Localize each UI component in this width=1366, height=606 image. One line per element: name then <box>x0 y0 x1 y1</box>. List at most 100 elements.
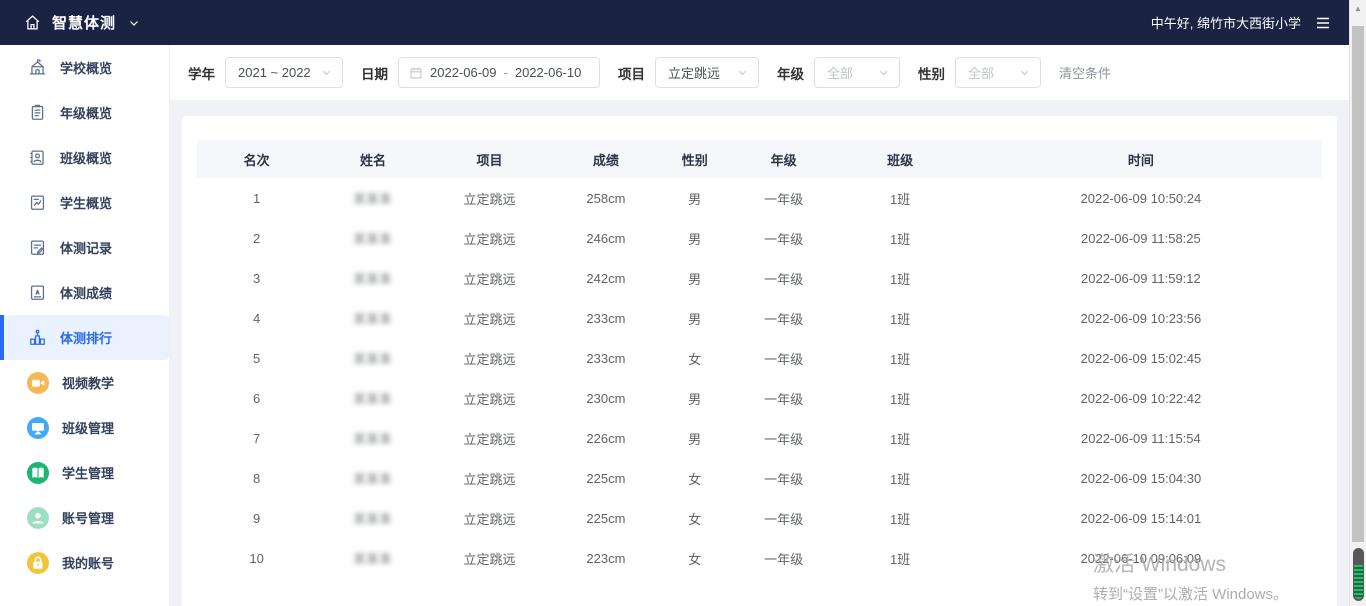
cell-gender: 男 <box>663 269 727 288</box>
chevron-down-icon <box>1019 67 1030 78</box>
sidebar-item-video-teaching[interactable]: 视频教学 <box>0 360 169 405</box>
cell-name: 某某某 <box>316 350 430 367</box>
column-header: 年级 <box>727 150 841 169</box>
sidebar-item-label: 账号管理 <box>62 508 114 527</box>
chevron-down-icon <box>878 67 889 78</box>
sidebar-item-grade-overview[interactable]: 年级概览 <box>0 90 169 135</box>
clipboard-icon <box>27 103 47 123</box>
sidebar-item-student-overview[interactable]: 学生概览 <box>0 180 169 225</box>
sidebar-item-test-records[interactable]: 体测记录 <box>0 225 169 270</box>
gender-placeholder: 全部 <box>968 63 994 82</box>
greeting-text: 中午好, 绵竹市大西街小学 <box>1151 13 1301 32</box>
cell-time: 2022-06-10 09:06:09 <box>960 551 1322 566</box>
grade-select[interactable]: 全部 <box>814 57 900 88</box>
sidebar-item-label: 视频教学 <box>62 373 114 392</box>
project-label: 项目 <box>618 63 645 83</box>
cell-grade: 一年级 <box>727 469 841 488</box>
cell-score: 226cm <box>549 431 663 446</box>
school-icon <box>27 58 47 78</box>
table-row: 9某某某立定跳远225cm女一年级1班2022-06-09 15:14:01 <box>197 498 1322 538</box>
filter-grade: 年级 全部 <box>777 57 900 88</box>
sidebar-item-label: 学校概览 <box>60 58 112 77</box>
top-header: 智慧体测 中午好, 绵竹市大西街小学 <box>0 0 1349 45</box>
cell-project: 立定跳远 <box>430 389 549 408</box>
cell-time: 2022-06-09 11:59:12 <box>960 271 1322 286</box>
cell-name: 某某某 <box>316 390 430 407</box>
cell-rank: 4 <box>197 311 316 326</box>
date-label: 日期 <box>361 63 388 83</box>
filter-school-year: 学年 2021 ~ 2022 <box>188 57 343 88</box>
sidebar-nav: 学校概览年级概览班级概览学生概览体测记录体测成绩体测排行视频教学班级管理学生管理… <box>0 45 169 585</box>
vertical-scrollbar[interactable]: ▲ <box>1349 0 1366 606</box>
cell-class: 1班 <box>841 229 960 248</box>
sidebar-item-test-scores[interactable]: 体测成绩 <box>0 270 169 315</box>
cell-gender: 女 <box>663 469 727 488</box>
cell-gender: 女 <box>663 549 727 568</box>
sidebar-item-account-management[interactable]: 账号管理 <box>0 495 169 540</box>
cell-class: 1班 <box>841 189 960 208</box>
gender-select[interactable]: 全部 <box>955 57 1041 88</box>
cell-grade: 一年级 <box>727 229 841 248</box>
cell-project: 立定跳远 <box>430 229 549 248</box>
sidebar-item-student-management[interactable]: 学生管理 <box>0 450 169 495</box>
score-icon <box>27 283 47 303</box>
column-header: 成绩 <box>549 150 663 169</box>
date-range-input[interactable]: 2022-06-09 - 2022-06-10 <box>398 57 600 88</box>
calendar-icon <box>409 66 423 80</box>
cell-project: 立定跳远 <box>430 269 549 288</box>
sidebar-item-label: 年级概览 <box>60 103 112 122</box>
school-year-select[interactable]: 2021 ~ 2022 <box>225 57 343 88</box>
cell-gender: 男 <box>663 429 727 448</box>
cell-project: 立定跳远 <box>430 349 549 368</box>
cell-score: 230cm <box>549 391 663 406</box>
cell-name: 某某某 <box>316 430 430 447</box>
cell-name: 某某某 <box>316 470 430 487</box>
sidebar-item-label: 体测排行 <box>60 328 112 347</box>
filter-gender: 性别 全部 <box>918 57 1041 88</box>
sidebar-item-school-overview[interactable]: 学校概览 <box>0 45 169 90</box>
cell-name: 某某某 <box>316 230 430 247</box>
cell-time: 2022-06-09 15:14:01 <box>960 511 1322 526</box>
cell-rank: 1 <box>197 191 316 206</box>
cell-time: 2022-06-09 15:02:45 <box>960 351 1322 366</box>
sidebar-item-my-account[interactable]: 我的账号 <box>0 540 169 585</box>
cell-project: 立定跳远 <box>430 429 549 448</box>
sidebar-item-label: 体测成绩 <box>60 283 112 302</box>
scroll-up-arrow-icon[interactable]: ▲ <box>1350 4 1366 13</box>
project-select[interactable]: 立定跳远 <box>655 57 759 88</box>
hamburger-menu-icon[interactable] <box>1313 13 1333 33</box>
sidebar-item-class-management[interactable]: 班级管理 <box>0 405 169 450</box>
cell-rank: 3 <box>197 271 316 286</box>
cell-name: 某某某 <box>316 190 430 207</box>
gender-label: 性别 <box>918 63 945 83</box>
table-row: 10某某某立定跳远223cm女一年级1班2022-06-10 09:06:09 <box>197 538 1322 578</box>
filter-date: 日期 2022-06-09 - 2022-06-10 <box>361 57 600 88</box>
app-title: 智慧体测 <box>52 12 116 33</box>
grade-placeholder: 全部 <box>827 63 853 82</box>
school-year-value: 2021 ~ 2022 <box>238 65 311 80</box>
cell-score: 242cm <box>549 271 663 286</box>
cell-score: 246cm <box>549 231 663 246</box>
chevron-down-icon[interactable] <box>128 17 140 29</box>
cell-grade: 一年级 <box>727 549 841 568</box>
home-icon[interactable] <box>22 13 42 33</box>
cell-class: 1班 <box>841 429 960 448</box>
sidebar-item-test-ranking[interactable]: 体测排行 <box>0 315 169 360</box>
cell-class: 1班 <box>841 549 960 568</box>
cell-grade: 一年级 <box>727 189 841 208</box>
cell-time: 2022-06-09 11:58:25 <box>960 231 1322 246</box>
sidebar-item-label: 班级管理 <box>62 418 114 437</box>
cell-gender: 男 <box>663 389 727 408</box>
clear-filters-button[interactable]: 清空条件 <box>1059 63 1111 82</box>
cell-grade: 一年级 <box>727 269 841 288</box>
scrollbar-bottom-capsule[interactable] <box>1353 548 1364 601</box>
cell-grade: 一年级 <box>727 509 841 528</box>
cell-grade: 一年级 <box>727 389 841 408</box>
table-row: 7某某某立定跳远226cm男一年级1班2022-06-09 11:15:54 <box>197 418 1322 458</box>
cell-project: 立定跳远 <box>430 509 549 528</box>
cell-gender: 男 <box>663 309 727 328</box>
sidebar-item-class-overview[interactable]: 班级概览 <box>0 135 169 180</box>
scrollbar-thumb[interactable] <box>1352 26 1364 542</box>
chevron-down-icon <box>321 67 332 78</box>
cell-class: 1班 <box>841 349 960 368</box>
